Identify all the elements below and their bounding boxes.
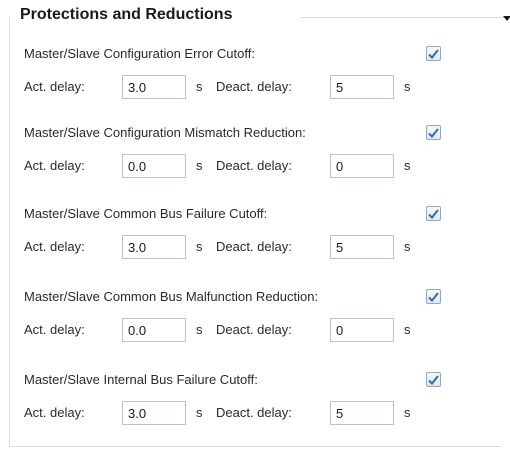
- delay-row: Act. delay: s Deact. delay: s: [24, 318, 444, 342]
- deact-delay-label: Deact. delay:: [216, 79, 292, 94]
- section-common-bus-malfunction-reduction: Master/Slave Common Bus Malfunction Redu…: [24, 288, 494, 358]
- enable-checkbox[interactable]: [426, 46, 441, 61]
- delay-row: Act. delay: s Deact. delay: s: [24, 154, 444, 178]
- deact-delay-label: Deact. delay:: [216, 239, 292, 254]
- groupbox-collapse-icon[interactable]: [503, 16, 510, 21]
- deact-delay-input[interactable]: [330, 154, 394, 178]
- deact-delay-label: Deact. delay:: [216, 405, 292, 420]
- deact-delay-unit: s: [404, 79, 411, 94]
- checkmark-icon: [428, 374, 439, 385]
- act-delay-input[interactable]: [122, 401, 186, 425]
- act-delay-label: Act. delay:: [24, 405, 85, 420]
- deact-delay-input[interactable]: [330, 318, 394, 342]
- section-internal-bus-failure-cutoff: Master/Slave Internal Bus Failure Cutoff…: [24, 371, 494, 441]
- section-label: Master/Slave Common Bus Malfunction Redu…: [24, 289, 319, 304]
- deact-delay-unit: s: [404, 322, 411, 337]
- enable-checkbox[interactable]: [426, 206, 441, 221]
- act-delay-input[interactable]: [122, 75, 186, 99]
- delay-row: Act. delay: s Deact. delay: s: [24, 401, 444, 425]
- act-delay-label: Act. delay:: [24, 158, 85, 173]
- checkmark-icon: [428, 48, 439, 59]
- section-label: Master/Slave Configuration Error Cutoff:: [24, 46, 255, 61]
- act-delay-unit: s: [196, 322, 203, 337]
- groupbox-top-border: [300, 17, 504, 18]
- act-delay-unit: s: [196, 158, 203, 173]
- groupbox-title: Protections and Reductions: [20, 5, 239, 25]
- act-delay-label: Act. delay:: [24, 322, 85, 337]
- act-delay-label: Act. delay:: [24, 79, 85, 94]
- section-label: Master/Slave Common Bus Failure Cutoff:: [24, 206, 268, 221]
- act-delay-input[interactable]: [122, 235, 186, 259]
- enable-checkbox[interactable]: [426, 372, 441, 387]
- section-config-mismatch-reduction: Master/Slave Configuration Mismatch Redu…: [24, 124, 494, 194]
- enable-checkbox[interactable]: [426, 289, 441, 304]
- act-delay-unit: s: [196, 405, 203, 420]
- section-common-bus-failure-cutoff: Master/Slave Common Bus Failure Cutoff: …: [24, 205, 494, 275]
- section-label: Master/Slave Configuration Mismatch Redu…: [24, 125, 306, 140]
- section-label: Master/Slave Internal Bus Failure Cutoff…: [24, 372, 258, 387]
- deact-delay-input[interactable]: [330, 75, 394, 99]
- deact-delay-label: Deact. delay:: [216, 158, 292, 173]
- act-delay-input[interactable]: [122, 318, 186, 342]
- deact-delay-label: Deact. delay:: [216, 322, 292, 337]
- checkmark-icon: [428, 291, 439, 302]
- checkmark-icon: [428, 208, 439, 219]
- delay-row: Act. delay: s Deact. delay: s: [24, 235, 444, 259]
- act-delay-unit: s: [196, 239, 203, 254]
- act-delay-label: Act. delay:: [24, 239, 85, 254]
- act-delay-unit: s: [196, 79, 203, 94]
- deact-delay-unit: s: [404, 405, 411, 420]
- checkmark-icon: [428, 127, 439, 138]
- deact-delay-input[interactable]: [330, 235, 394, 259]
- enable-checkbox[interactable]: [426, 125, 441, 140]
- section-config-error-cutoff: Master/Slave Configuration Error Cutoff:…: [24, 45, 494, 115]
- act-delay-input[interactable]: [122, 154, 186, 178]
- deact-delay-input[interactable]: [330, 401, 394, 425]
- deact-delay-unit: s: [404, 239, 411, 254]
- deact-delay-unit: s: [404, 158, 411, 173]
- delay-row: Act. delay: s Deact. delay: s: [24, 75, 444, 99]
